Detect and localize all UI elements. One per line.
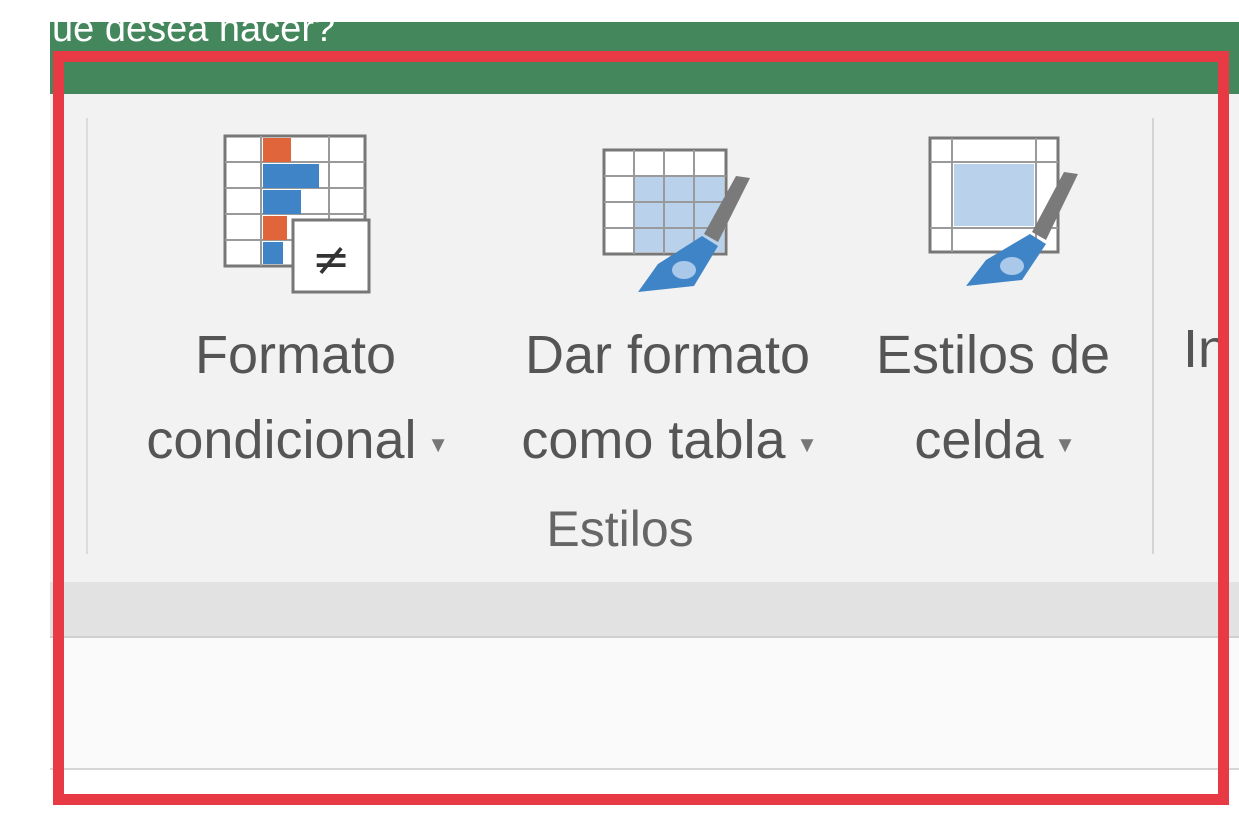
tell-me-search[interactable]: ue desea hacer? <box>52 22 335 51</box>
highlight-frame <box>53 51 1229 805</box>
